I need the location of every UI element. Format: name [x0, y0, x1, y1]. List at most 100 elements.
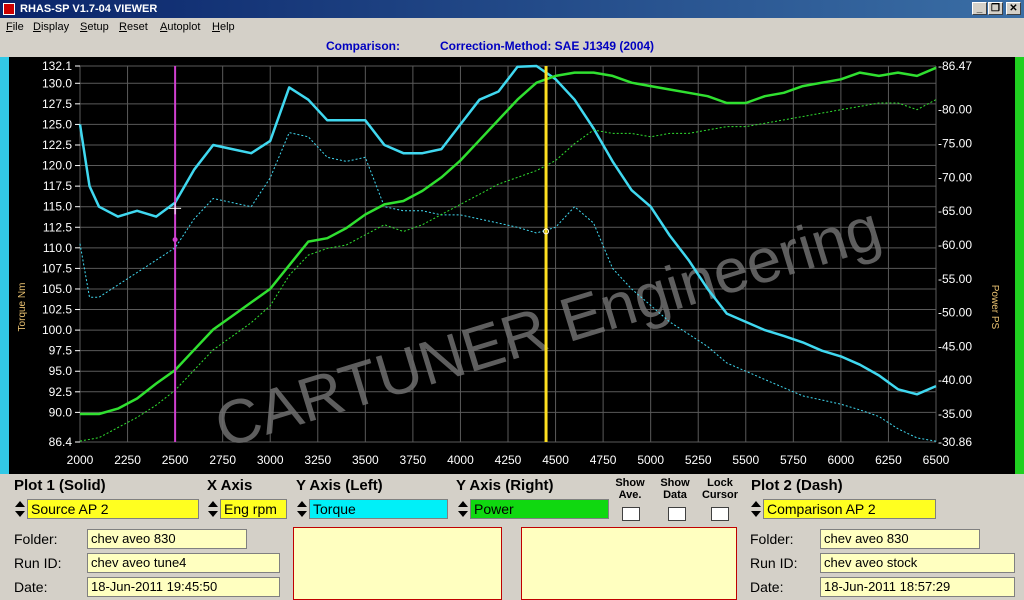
- y-left-tick-label: 97.5: [49, 344, 73, 358]
- plot2-date-field: 18-Jun-2011 18:57:29: [820, 577, 1015, 597]
- menu-file-mnemonic: F: [6, 21, 13, 33]
- x-tick-label: 3750: [400, 453, 427, 467]
- y-axis-left-spinner[interactable]: [296, 499, 308, 519]
- minimize-button[interactable]: _: [972, 2, 987, 15]
- y-left-tick-label: 100.0: [42, 323, 72, 337]
- menu-reset[interactable]: Reset: [119, 21, 148, 33]
- x-tick-label: 4000: [447, 453, 474, 467]
- menu-reset-label: eset: [126, 21, 148, 33]
- x-tick-label: 4250: [495, 453, 522, 467]
- x-tick-label: 5000: [637, 453, 664, 467]
- show-ave-checkbox[interactable]: [622, 507, 640, 521]
- y-left-tick-label: 105.0: [42, 282, 72, 296]
- lock-cursor-label: Lock Cursor: [701, 477, 739, 501]
- y-left-tick-label: 102.5: [42, 303, 72, 317]
- y-right-tick-label: -86.47: [938, 59, 972, 73]
- y-left-tick-label: 90.0: [49, 405, 73, 419]
- spin-down-icon: [297, 511, 307, 517]
- plot1-source-spinner[interactable]: [14, 499, 26, 519]
- lock-cursor-checkbox[interactable]: [711, 507, 729, 521]
- x-tick-label: 2000: [67, 453, 94, 467]
- x-tick-label: 2250: [114, 453, 141, 467]
- menu-display[interactable]: Display: [33, 21, 69, 33]
- spin-up-icon: [751, 501, 761, 507]
- y-axis-left-select[interactable]: Torque: [309, 499, 448, 519]
- y-left-tick-label: 125.0: [42, 117, 72, 131]
- y-right-tick-label: -80.00: [938, 103, 972, 117]
- dyno-chart[interactable]: CARTUNER Engineering 2000 2250 2500 2750 300…: [9, 57, 1015, 474]
- menu-display-label: isplay: [40, 21, 70, 33]
- close-button[interactable]: ✕: [1006, 2, 1021, 15]
- y-left-tick-label: 110.0: [43, 241, 72, 255]
- menu-help-label: elp: [219, 21, 235, 33]
- comparison-bar: Comparison: Correction-Method: SAE J1349…: [0, 38, 1024, 56]
- y-left-tick-label: 130.0: [42, 76, 72, 90]
- y-left-tick-label: 115.0: [43, 200, 72, 214]
- comparison-box: Comparison: Correction-Method: SAE J1349…: [322, 38, 704, 55]
- window-title: RHAS-SP V1.7-04 VIEWER: [20, 3, 158, 15]
- plot2-notes-box[interactable]: [521, 527, 737, 600]
- y-axis-right-select[interactable]: Power: [470, 499, 609, 519]
- menu-help-mnemonic: H: [212, 21, 220, 33]
- y-right-tick-label: -55.00: [938, 272, 972, 286]
- spin-down-icon: [751, 511, 761, 517]
- x-tick-label: 5250: [685, 453, 712, 467]
- x-axis-header: X Axis: [207, 477, 253, 494]
- menu-file[interactable]: File: [6, 21, 24, 33]
- right-axis-strip: [1015, 57, 1024, 474]
- show-ave-label: Show Ave.: [615, 477, 645, 501]
- x-tick-label: 3000: [257, 453, 284, 467]
- y-right-tick-label: -40.00: [938, 373, 972, 387]
- maximize-button[interactable]: ❐: [988, 2, 1003, 15]
- correction-method: Correction-Method: SAE J1349 (2004): [440, 39, 655, 53]
- y-left-tick-label: 122.5: [42, 138, 72, 152]
- x-tick-label: 5500: [732, 453, 759, 467]
- y-left-tick-label: 95.0: [49, 364, 73, 378]
- plot2-header: Plot 2 (Dash): [751, 477, 843, 494]
- menu-autoplot[interactable]: Autoplot: [160, 21, 200, 33]
- plot1-folder-field: chev aveo 830: [87, 529, 247, 549]
- bottom-panel: Plot 1 (Solid) X Axis Y Axis (Left) Y Ax…: [0, 474, 1024, 600]
- y-right-tick-label: -75.00: [938, 137, 972, 151]
- menu-reset-mnemonic: R: [119, 21, 127, 33]
- spin-up-icon: [208, 501, 218, 507]
- plot1-runid-field: chev aveo tune4: [87, 553, 280, 573]
- plot2-source-spinner[interactable]: [750, 499, 762, 519]
- plot1-header: Plot 1 (Solid): [14, 477, 106, 494]
- x-tick-label: 2500: [162, 453, 189, 467]
- x-tick-label: 6000: [828, 453, 855, 467]
- x-axis-select[interactable]: Eng rpm: [220, 499, 287, 519]
- plot1-source-select[interactable]: Source AP 2: [27, 499, 199, 519]
- y-axis-left-label: Torque Nm: [17, 283, 28, 332]
- spin-down-icon: [208, 511, 218, 517]
- menu-bar: File Display Setup Reset Autoplot Help: [0, 18, 1024, 39]
- y-left-tick-label: 86.4: [49, 435, 73, 449]
- plot2-source-select[interactable]: Comparison AP 2: [763, 499, 936, 519]
- spin-up-icon: [15, 501, 25, 507]
- y-right-tick-label: -70.00: [938, 170, 972, 184]
- menu-help[interactable]: Help: [212, 21, 235, 33]
- plot1-notes-box[interactable]: [293, 527, 502, 600]
- menu-setup[interactable]: Setup: [80, 21, 109, 33]
- dyno-plot-area[interactable]: CARTUNER Engineering 2000 2250 2500 2750 300…: [9, 57, 1015, 474]
- x-tick-label: 4750: [590, 453, 617, 467]
- y-left-tick-label: 117.5: [43, 179, 72, 193]
- y-axis-right-spinner[interactable]: [457, 499, 469, 519]
- y-left-tick-label: 112.5: [43, 220, 72, 234]
- spin-up-icon: [458, 501, 468, 507]
- left-axis-strip: [0, 57, 9, 474]
- y-left-tick-label: 92.5: [49, 385, 73, 399]
- y-axis-right-header: Y Axis (Right): [456, 477, 554, 494]
- y-right-tick-label: -65.00: [938, 204, 972, 218]
- x-axis-spinner[interactable]: [207, 499, 219, 519]
- y-right-tick-label: -35.00: [938, 407, 972, 421]
- show-data-checkbox[interactable]: [668, 507, 686, 521]
- y-right-tick-label: -60.00: [938, 238, 972, 252]
- title-bar: RHAS-SP V1.7-04 VIEWER _ ❐ ✕: [0, 0, 1024, 18]
- y-left-tick-label: 107.5: [42, 261, 72, 275]
- x-tick-label: 6250: [875, 453, 902, 467]
- menu-display-mnemonic: D: [33, 21, 41, 33]
- show-data-label: Show Data: [660, 477, 690, 501]
- plot2-runid-label: Run ID:: [750, 555, 798, 571]
- plot2-folder-label: Folder:: [750, 531, 794, 547]
